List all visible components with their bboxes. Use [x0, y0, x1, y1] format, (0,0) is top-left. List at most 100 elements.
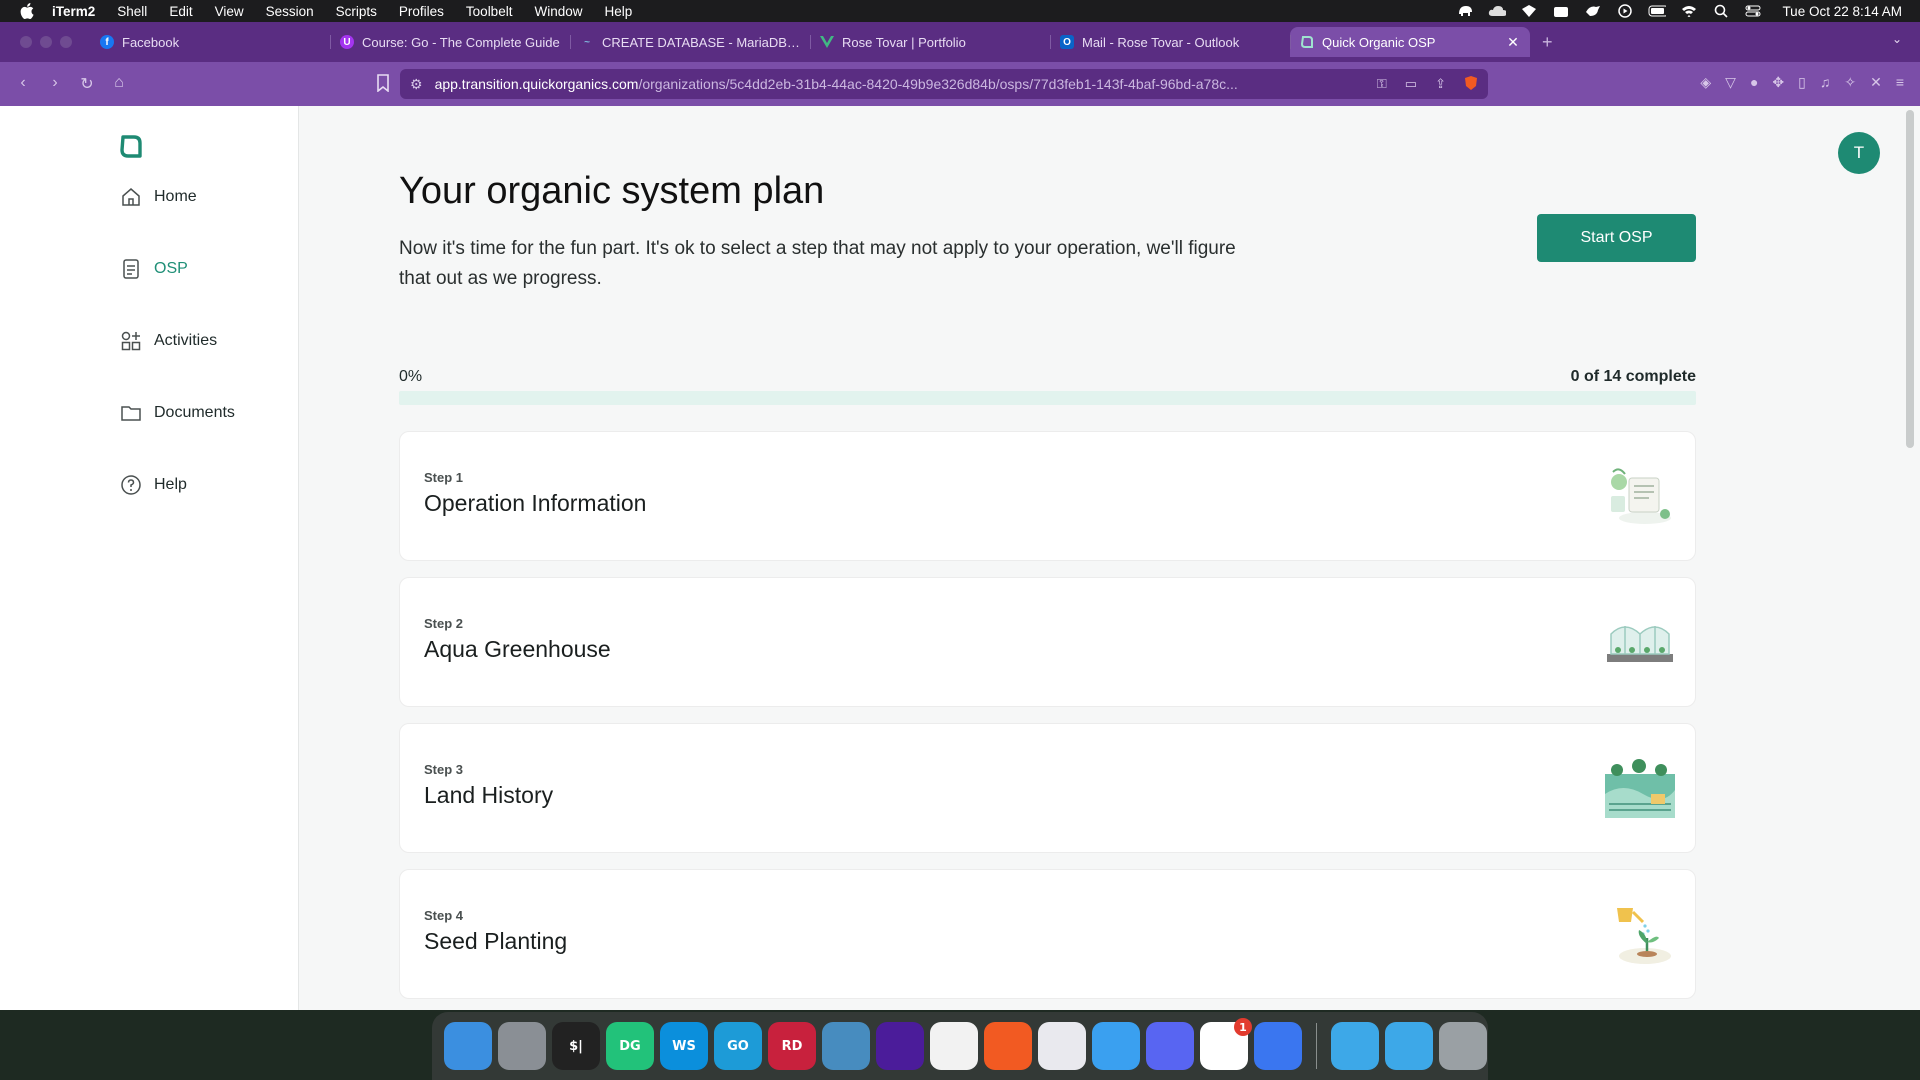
arc-icon[interactable]	[876, 1022, 924, 1070]
play-status-icon[interactable]	[1616, 4, 1634, 18]
control-center-icon[interactable]	[1744, 4, 1762, 18]
bookmark-icon[interactable]	[376, 74, 390, 92]
screen-status-icon[interactable]	[1552, 4, 1570, 18]
leo-ai-icon[interactable]: ✧	[1844, 74, 1856, 91]
godot-icon[interactable]	[822, 1022, 870, 1070]
battery-icon[interactable]	[1648, 4, 1667, 18]
browser-tab[interactable]: ~ CREATE DATABASE - MariaDB Kn	[570, 27, 810, 57]
menu-scripts[interactable]: Scripts	[336, 4, 377, 19]
menu-app-name[interactable]: iTerm2	[52, 4, 95, 19]
cast-icon[interactable]: ▭	[1405, 76, 1417, 92]
chevron-down-icon[interactable]: ⌄	[1892, 32, 1902, 46]
step-number: Step 2	[424, 616, 464, 631]
avatar[interactable]: T	[1838, 132, 1880, 174]
step-number: Step 3	[424, 762, 464, 777]
browser-tab-active[interactable]: Quick Organic OSP ✕	[1290, 27, 1530, 57]
menu-profiles[interactable]: Profiles	[399, 4, 444, 19]
forward-icon[interactable]: ›	[40, 74, 70, 94]
step-title: Aqua Greenhouse	[424, 636, 611, 662]
launchpad-icon[interactable]	[498, 1022, 546, 1070]
brave-shield-icon[interactable]	[1464, 75, 1478, 94]
browser-tab[interactable]: U Course: Go - The Complete Guide	[330, 27, 570, 57]
trash-icon[interactable]	[1439, 1022, 1487, 1070]
webstorm-icon[interactable]: WS	[660, 1022, 708, 1070]
notes-icon[interactable]	[930, 1022, 978, 1070]
sidebar-item-activities[interactable]: Activities	[120, 330, 217, 352]
site-settings-icon[interactable]: ⚙	[410, 76, 423, 93]
browser-tab[interactable]: O Mail - Rose Tovar - Outlook	[1050, 27, 1290, 57]
zoom-window-button[interactable]	[60, 36, 72, 48]
vpn-status-icon[interactable]	[1520, 4, 1538, 18]
extension-x-icon[interactable]: ✕	[1870, 74, 1882, 91]
cloud-status-icon[interactable]	[1488, 4, 1507, 18]
step-card-operation-information[interactable]: Step 1 Operation Information	[399, 431, 1696, 561]
folder-blue-icon-2[interactable]	[1385, 1022, 1433, 1070]
notification-badge: 1	[1234, 1018, 1252, 1036]
page-title: Your organic system plan	[399, 170, 825, 212]
menu-session[interactable]: Session	[266, 4, 314, 19]
wifi-icon[interactable]	[1680, 4, 1698, 18]
home-icon[interactable]: ⌂	[104, 74, 134, 94]
key-icon[interactable]: ⚿	[1377, 76, 1387, 92]
finder-icon[interactable]	[444, 1022, 492, 1070]
step-card-aqua-greenhouse[interactable]: Step 2 Aqua Greenhouse	[399, 577, 1696, 707]
bird-status-icon[interactable]	[1584, 4, 1602, 18]
folder-icon	[120, 402, 142, 424]
signal-icon[interactable]	[1254, 1022, 1302, 1070]
menu-view[interactable]: View	[215, 4, 244, 19]
folder-blue-icon[interactable]	[1331, 1022, 1379, 1070]
sidebar-item-osp[interactable]: OSP	[120, 258, 188, 280]
menu-window[interactable]: Window	[534, 4, 582, 19]
back-icon[interactable]: ‹	[8, 74, 38, 94]
menu-edit[interactable]: Edit	[169, 4, 192, 19]
elephant-status-icon[interactable]	[1456, 4, 1474, 18]
share-icon[interactable]: ⇪	[1435, 76, 1446, 92]
menu-clock[interactable]: Tue Oct 22 8:14 AM	[1782, 4, 1902, 19]
step-number: Step 4	[424, 908, 464, 923]
discord-icon[interactable]	[1146, 1022, 1194, 1070]
sidebar-item-label: Activities	[154, 332, 218, 349]
rider-icon[interactable]: RD	[768, 1022, 816, 1070]
sidebar-item-documents[interactable]: Documents	[120, 402, 235, 424]
menu-icon[interactable]: ≡	[1896, 74, 1904, 91]
browser-tab[interactable]: f Facebook	[90, 27, 330, 57]
scrollbar[interactable]	[1906, 110, 1914, 448]
slack-icon[interactable]: 1	[1200, 1018, 1252, 1070]
progress-count: 0 of 14 complete	[1570, 368, 1696, 385]
progress-percent: 0%	[399, 368, 423, 385]
browser-tab[interactable]: Rose Tovar | Portfolio	[810, 27, 1050, 57]
url-path: /organizations/5c4dd2eb-31b4-44ac-8420-4…	[638, 76, 1238, 92]
extension-circle-icon[interactable]: ●	[1750, 74, 1758, 91]
address-bar[interactable]: ⚙ app.transition.quickorganics.com /orga…	[400, 69, 1488, 99]
datagrip-icon[interactable]: DG	[606, 1022, 654, 1070]
tab-title: Rose Tovar | Portfolio	[842, 34, 966, 50]
browser-tab-bar: f Facebook U Course: Go - The Complete G…	[0, 22, 1920, 62]
menu-shell[interactable]: Shell	[117, 4, 147, 19]
mail-icon[interactable]	[1038, 1022, 1086, 1070]
extension-v-icon[interactable]: ▽	[1725, 74, 1736, 91]
new-tab-button[interactable]: +	[1542, 32, 1553, 53]
sidebar-toggle-icon[interactable]: ▯	[1798, 74, 1806, 91]
goland-icon[interactable]: GO	[714, 1022, 762, 1070]
close-window-button[interactable]	[20, 36, 32, 48]
search-icon[interactable]	[1712, 4, 1730, 18]
apple-icon[interactable]	[20, 3, 34, 19]
quickorganics-logo[interactable]	[118, 134, 144, 160]
step-card-land-history[interactable]: Step 3 Land History	[399, 723, 1696, 853]
brave-icon[interactable]	[984, 1022, 1032, 1070]
iterm-icon[interactable]: $|	[552, 1022, 600, 1070]
extensions-puzzle-icon[interactable]: ✥	[1772, 74, 1784, 91]
menu-toolbelt[interactable]: Toolbelt	[466, 4, 513, 19]
sidebar-item-home[interactable]: Home	[120, 186, 197, 208]
start-osp-button[interactable]: Start OSP	[1537, 214, 1696, 262]
close-tab-icon[interactable]: ✕	[1506, 34, 1520, 51]
step-card-seed-planting[interactable]: Step 4 Seed Planting	[399, 869, 1696, 999]
extension-shield-icon[interactable]: ◈	[1700, 74, 1711, 91]
sidebar-item-help[interactable]: Help	[120, 474, 187, 496]
reload-icon[interactable]: ↻	[72, 74, 102, 94]
outlook-icon: O	[1060, 35, 1074, 49]
music-icon[interactable]: ♫	[1820, 74, 1831, 91]
minimize-window-button[interactable]	[40, 36, 52, 48]
menu-help[interactable]: Help	[604, 4, 632, 19]
testflight-icon[interactable]	[1092, 1022, 1140, 1070]
